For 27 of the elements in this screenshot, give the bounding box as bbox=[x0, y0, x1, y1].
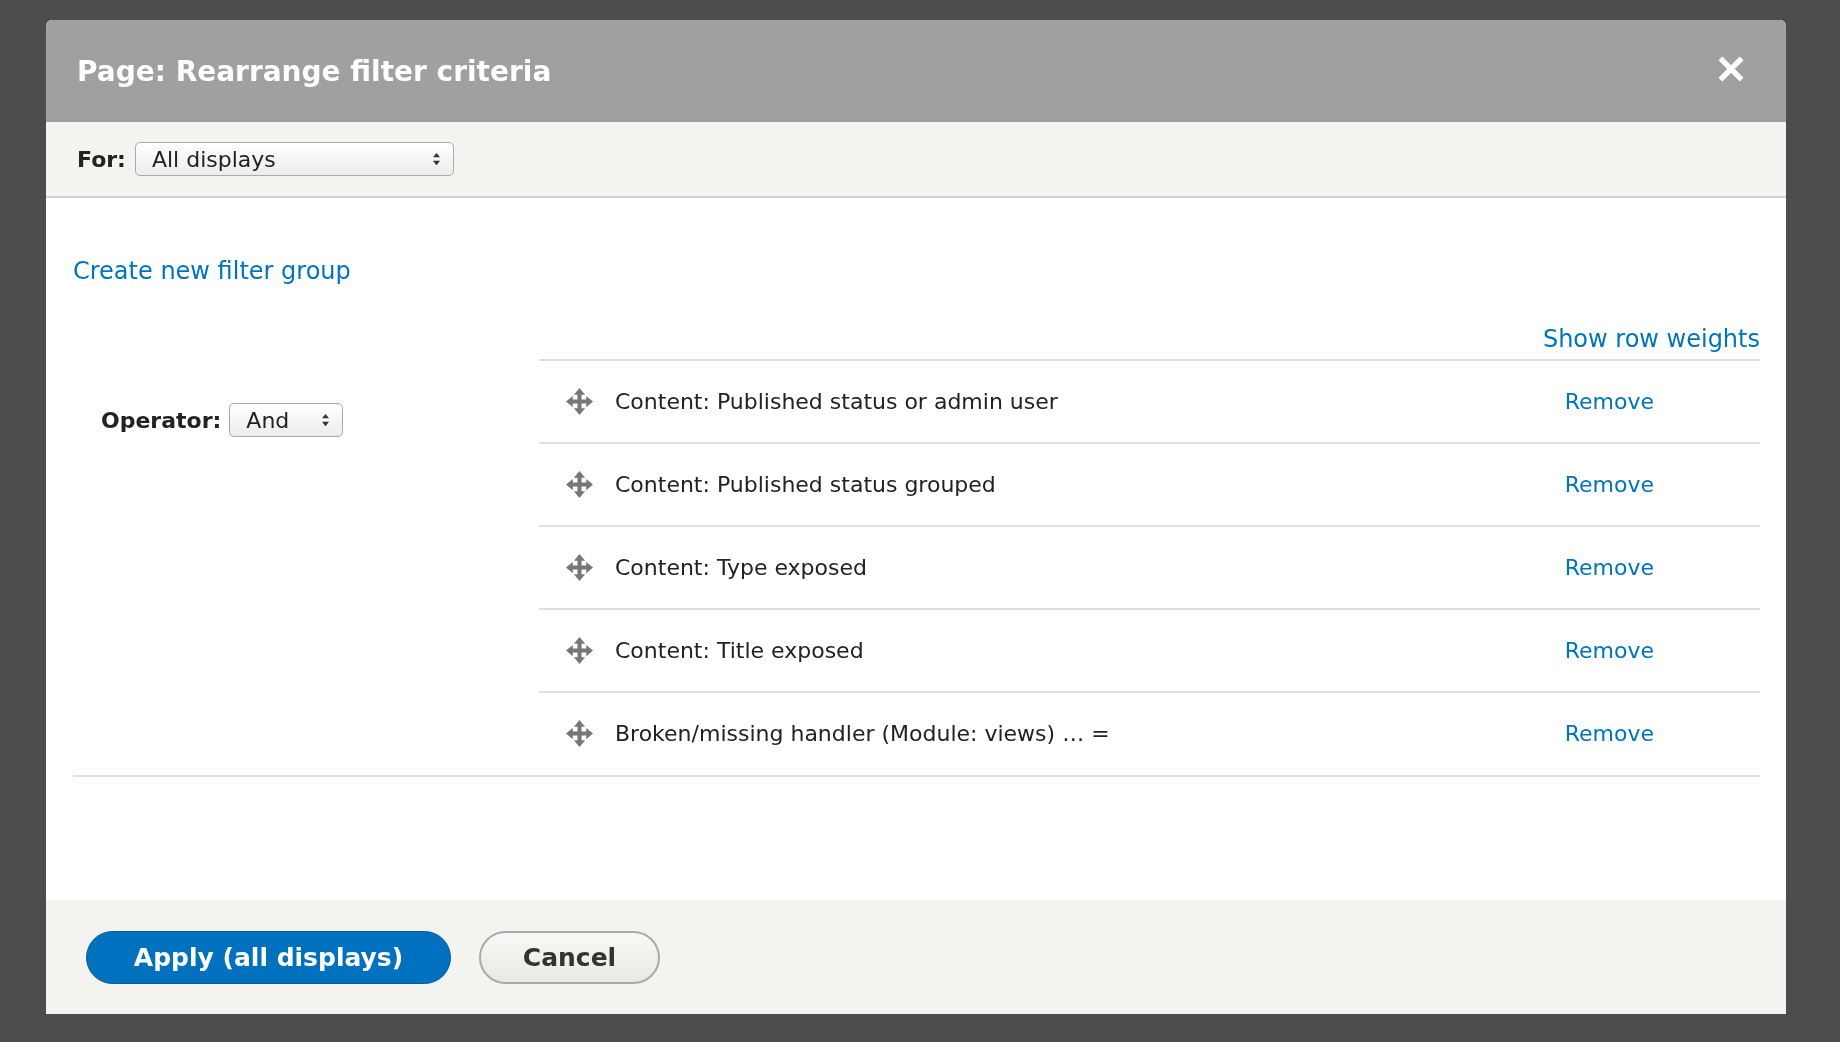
remove-link[interactable]: Remove bbox=[1564, 472, 1654, 497]
remove-link[interactable]: Remove bbox=[1564, 721, 1654, 746]
filter-label: Broken/missing handler (Module: views) … = bbox=[615, 721, 1111, 746]
cancel-button[interactable]: Cancel bbox=[479, 930, 660, 984]
create-filter-group-link[interactable]: Create new filter group bbox=[73, 257, 351, 285]
filter-label: Content: Type exposed bbox=[615, 555, 868, 580]
operator-select[interactable]: And bbox=[229, 403, 344, 437]
show-row-weights-link[interactable]: Show row weights bbox=[1542, 325, 1760, 353]
drag-handle-icon[interactable] bbox=[566, 554, 593, 581]
for-label: For: bbox=[77, 146, 126, 172]
dialog-title: Page: Rearrange filter criteria bbox=[77, 54, 552, 88]
close-icon[interactable] bbox=[1718, 56, 1744, 82]
display-select[interactable]: All displays bbox=[134, 142, 454, 176]
remove-link[interactable]: Remove bbox=[1564, 389, 1654, 414]
filter-label: Content: Published status grouped bbox=[615, 472, 997, 497]
up-down-arrows-icon bbox=[321, 413, 331, 427]
filter-label: Content: Title exposed bbox=[615, 638, 865, 663]
drag-handle-icon[interactable] bbox=[566, 388, 593, 415]
remove-link[interactable]: Remove bbox=[1564, 638, 1654, 663]
apply-button[interactable]: Apply (all displays) bbox=[86, 930, 451, 984]
drag-handle-icon[interactable] bbox=[566, 720, 593, 747]
remove-link[interactable]: Remove bbox=[1564, 555, 1654, 580]
up-down-arrows-icon bbox=[431, 152, 441, 166]
drag-handle-icon[interactable] bbox=[566, 637, 593, 664]
operator-label: Operator: bbox=[101, 407, 222, 433]
filter-label: Content: Published status or admin user bbox=[615, 389, 1059, 414]
drag-handle-icon[interactable] bbox=[566, 471, 593, 498]
